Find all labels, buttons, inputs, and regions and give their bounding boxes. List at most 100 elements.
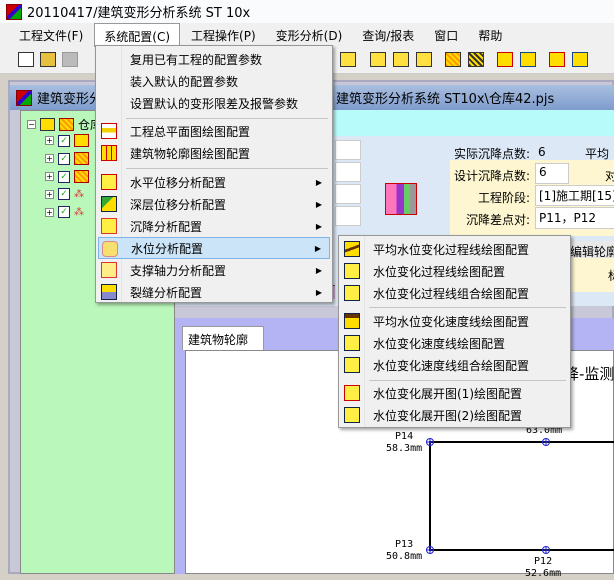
- menu-file[interactable]: 工程文件(F): [10, 24, 92, 47]
- menu-item-load-default[interactable]: 装入默认的配置参数: [98, 70, 330, 92]
- expand-icon[interactable]: [549, 52, 565, 67]
- menu-deformation-analysis[interactable]: 变形分析(D): [267, 24, 352, 47]
- menu-help[interactable]: 帮助: [469, 24, 511, 47]
- submenu-item[interactable]: 平均水位变化过程线绘图配置: [341, 238, 568, 260]
- hatch-icon: [74, 152, 89, 165]
- submenu-item[interactable]: 水位变化过程线组合绘图配置: [341, 282, 568, 304]
- checkbox[interactable]: ✓: [58, 188, 70, 200]
- field-input[interactable]: [335, 206, 361, 226]
- tree-node[interactable]: + ✓: [45, 152, 89, 165]
- submenu-arrow-icon: ▶: [315, 177, 322, 187]
- menu-item-deep[interactable]: 深层位移分析配置 ▶: [98, 193, 330, 215]
- tab-building-outline[interactable]: 建筑物轮廓图: [182, 326, 264, 364]
- save-icon[interactable]: [62, 52, 78, 67]
- chart-icon[interactable]: [393, 52, 409, 67]
- checkbox[interactable]: ✓: [58, 134, 70, 147]
- menu-item-strut-force[interactable]: 支撑轴力分析配置 ▶: [98, 259, 330, 281]
- menu-bar: 工程文件(F) 系统配置(C) 工程操作(P) 变形分析(D) 查询/报表 窗口…: [0, 22, 614, 48]
- field-input[interactable]: [335, 184, 361, 204]
- menu-query-report[interactable]: 查询/报表: [353, 24, 423, 47]
- expand-icon[interactable]: +: [45, 189, 54, 199]
- menu-item-site-plan[interactable]: 工程总平面图绘图配置: [98, 120, 330, 142]
- deep-icon: [101, 196, 117, 212]
- water-level-icon: [102, 241, 118, 257]
- chart-icon[interactable]: [416, 52, 432, 67]
- point-label-p12: P12 52.6mm: [525, 556, 562, 579]
- submenu-item[interactable]: 水位变化速度线组合绘图配置: [341, 354, 568, 376]
- expand-icon[interactable]: +: [45, 172, 54, 181]
- hatch-icon[interactable]: [468, 52, 484, 67]
- open-folder-icon[interactable]: [40, 52, 56, 67]
- st-icon: [74, 134, 89, 147]
- expand-icon[interactable]: [572, 52, 588, 67]
- tree-node[interactable]: + ✓: [45, 170, 89, 183]
- tree-node[interactable]: + ✓ ⁂: [45, 206, 84, 218]
- submenu-item[interactable]: 水位变化展开图(1)绘图配置: [341, 382, 568, 404]
- expand-2-icon: [344, 407, 360, 423]
- building-outline: [429, 441, 614, 551]
- menu-system-config[interactable]: 系统配置(C): [94, 22, 181, 48]
- checkbox[interactable]: ✓: [58, 206, 70, 218]
- field-input[interactable]: [335, 140, 361, 160]
- pair-label: 沉降差点对:: [466, 213, 531, 227]
- menu-window[interactable]: 窗口: [425, 24, 467, 47]
- expand-1-icon: [344, 385, 360, 401]
- child-title: 建筑变形分析系统 ST10x\仓库42.pjs: [336, 92, 555, 107]
- hatch-icon: [74, 170, 89, 183]
- expand-icon[interactable]: +: [45, 154, 54, 163]
- point-label-p14: P14 58.3mm: [386, 431, 423, 454]
- expand-icon[interactable]: +: [45, 136, 54, 145]
- child-title-left: 建筑变形分: [37, 92, 103, 107]
- pair-select[interactable]: P11，P12: [535, 207, 614, 229]
- submenu-arrow-icon: ▶: [315, 287, 322, 297]
- point-label-p13: P13 50.8mm: [386, 539, 423, 562]
- project-icon: [59, 118, 74, 131]
- system-config-menu: 复用已有工程的配置参数 装入默认的配置参数 设置默认的变形限差及报警参数 工程总…: [95, 45, 333, 303]
- tree-root[interactable]: − 仓库: [27, 116, 102, 133]
- actual-count-label: 实际沉降点数:: [454, 147, 531, 161]
- chart-icon[interactable]: [370, 52, 386, 67]
- process-icon: [344, 263, 360, 279]
- submenu-item[interactable]: 平均水位变化速度线绘图配置: [341, 310, 568, 332]
- speed-icon: [344, 335, 360, 351]
- menu-item-reuse-config[interactable]: 复用已有工程的配置参数: [98, 48, 330, 70]
- stage-select[interactable]: [1]施工期[15]运: [535, 185, 614, 206]
- design-count-input[interactable]: 6: [535, 163, 569, 184]
- window-title: 20110417/建筑变形分析系统 ST 10x: [27, 6, 251, 21]
- avg-speed-icon: [344, 313, 360, 329]
- submenu-item[interactable]: 水位变化展开图(2)绘图配置: [341, 404, 568, 426]
- submenu-arrow-icon: ▶: [314, 243, 321, 253]
- menu-item-water-level[interactable]: 水位分析配置 ▶: [98, 237, 330, 259]
- hatch-icon[interactable]: [445, 52, 461, 67]
- expand-icon[interactable]: +: [45, 207, 54, 217]
- stage-label: 工程阶段:: [478, 191, 531, 205]
- submenu-item[interactable]: 水位变化过程线绘图配置: [341, 260, 568, 282]
- collapse-icon[interactable]: −: [27, 120, 36, 129]
- grid-icon[interactable]: [497, 52, 513, 67]
- checkbox[interactable]: ✓: [58, 170, 70, 183]
- menu-item-horizontal[interactable]: 水平位移分析配置 ▶: [98, 171, 330, 193]
- strut-icon: [101, 262, 117, 278]
- app-icon: [6, 3, 22, 20]
- tree-node[interactable]: + ✓: [45, 134, 89, 147]
- avg-label: 平均: [585, 147, 610, 161]
- checkbox[interactable]: ✓: [58, 152, 70, 165]
- new-file-icon[interactable]: [18, 52, 34, 67]
- menu-item-building-outline[interactable]: 建筑物轮廓图绘图配置: [98, 142, 330, 164]
- right-label: 标: [570, 258, 614, 292]
- menu-item-crack[interactable]: 裂缝分析配置 ▶: [98, 281, 330, 303]
- menu-item-settlement[interactable]: 沉降分析配置 ▶: [98, 215, 330, 237]
- chart-icon[interactable]: [340, 52, 356, 67]
- process-combo-icon: [344, 285, 360, 301]
- grid-icon[interactable]: [520, 52, 536, 67]
- title-bar: 20110417/建筑变形分析系统 ST 10x: [0, 0, 614, 23]
- submenu-arrow-icon: ▶: [315, 265, 322, 275]
- point-markers: [426, 438, 550, 554]
- design-count-label: 设计沉降点数:: [454, 169, 531, 183]
- menu-item-default-limits[interactable]: 设置默认的变形限差及报警参数: [98, 92, 330, 114]
- submenu-item[interactable]: 水位变化速度线绘图配置: [341, 332, 568, 354]
- building-grid-icon: [101, 145, 117, 161]
- tree-node[interactable]: + ✓ ⁂: [45, 188, 84, 200]
- field-input[interactable]: [335, 162, 361, 182]
- menu-project-ops[interactable]: 工程操作(P): [182, 24, 265, 47]
